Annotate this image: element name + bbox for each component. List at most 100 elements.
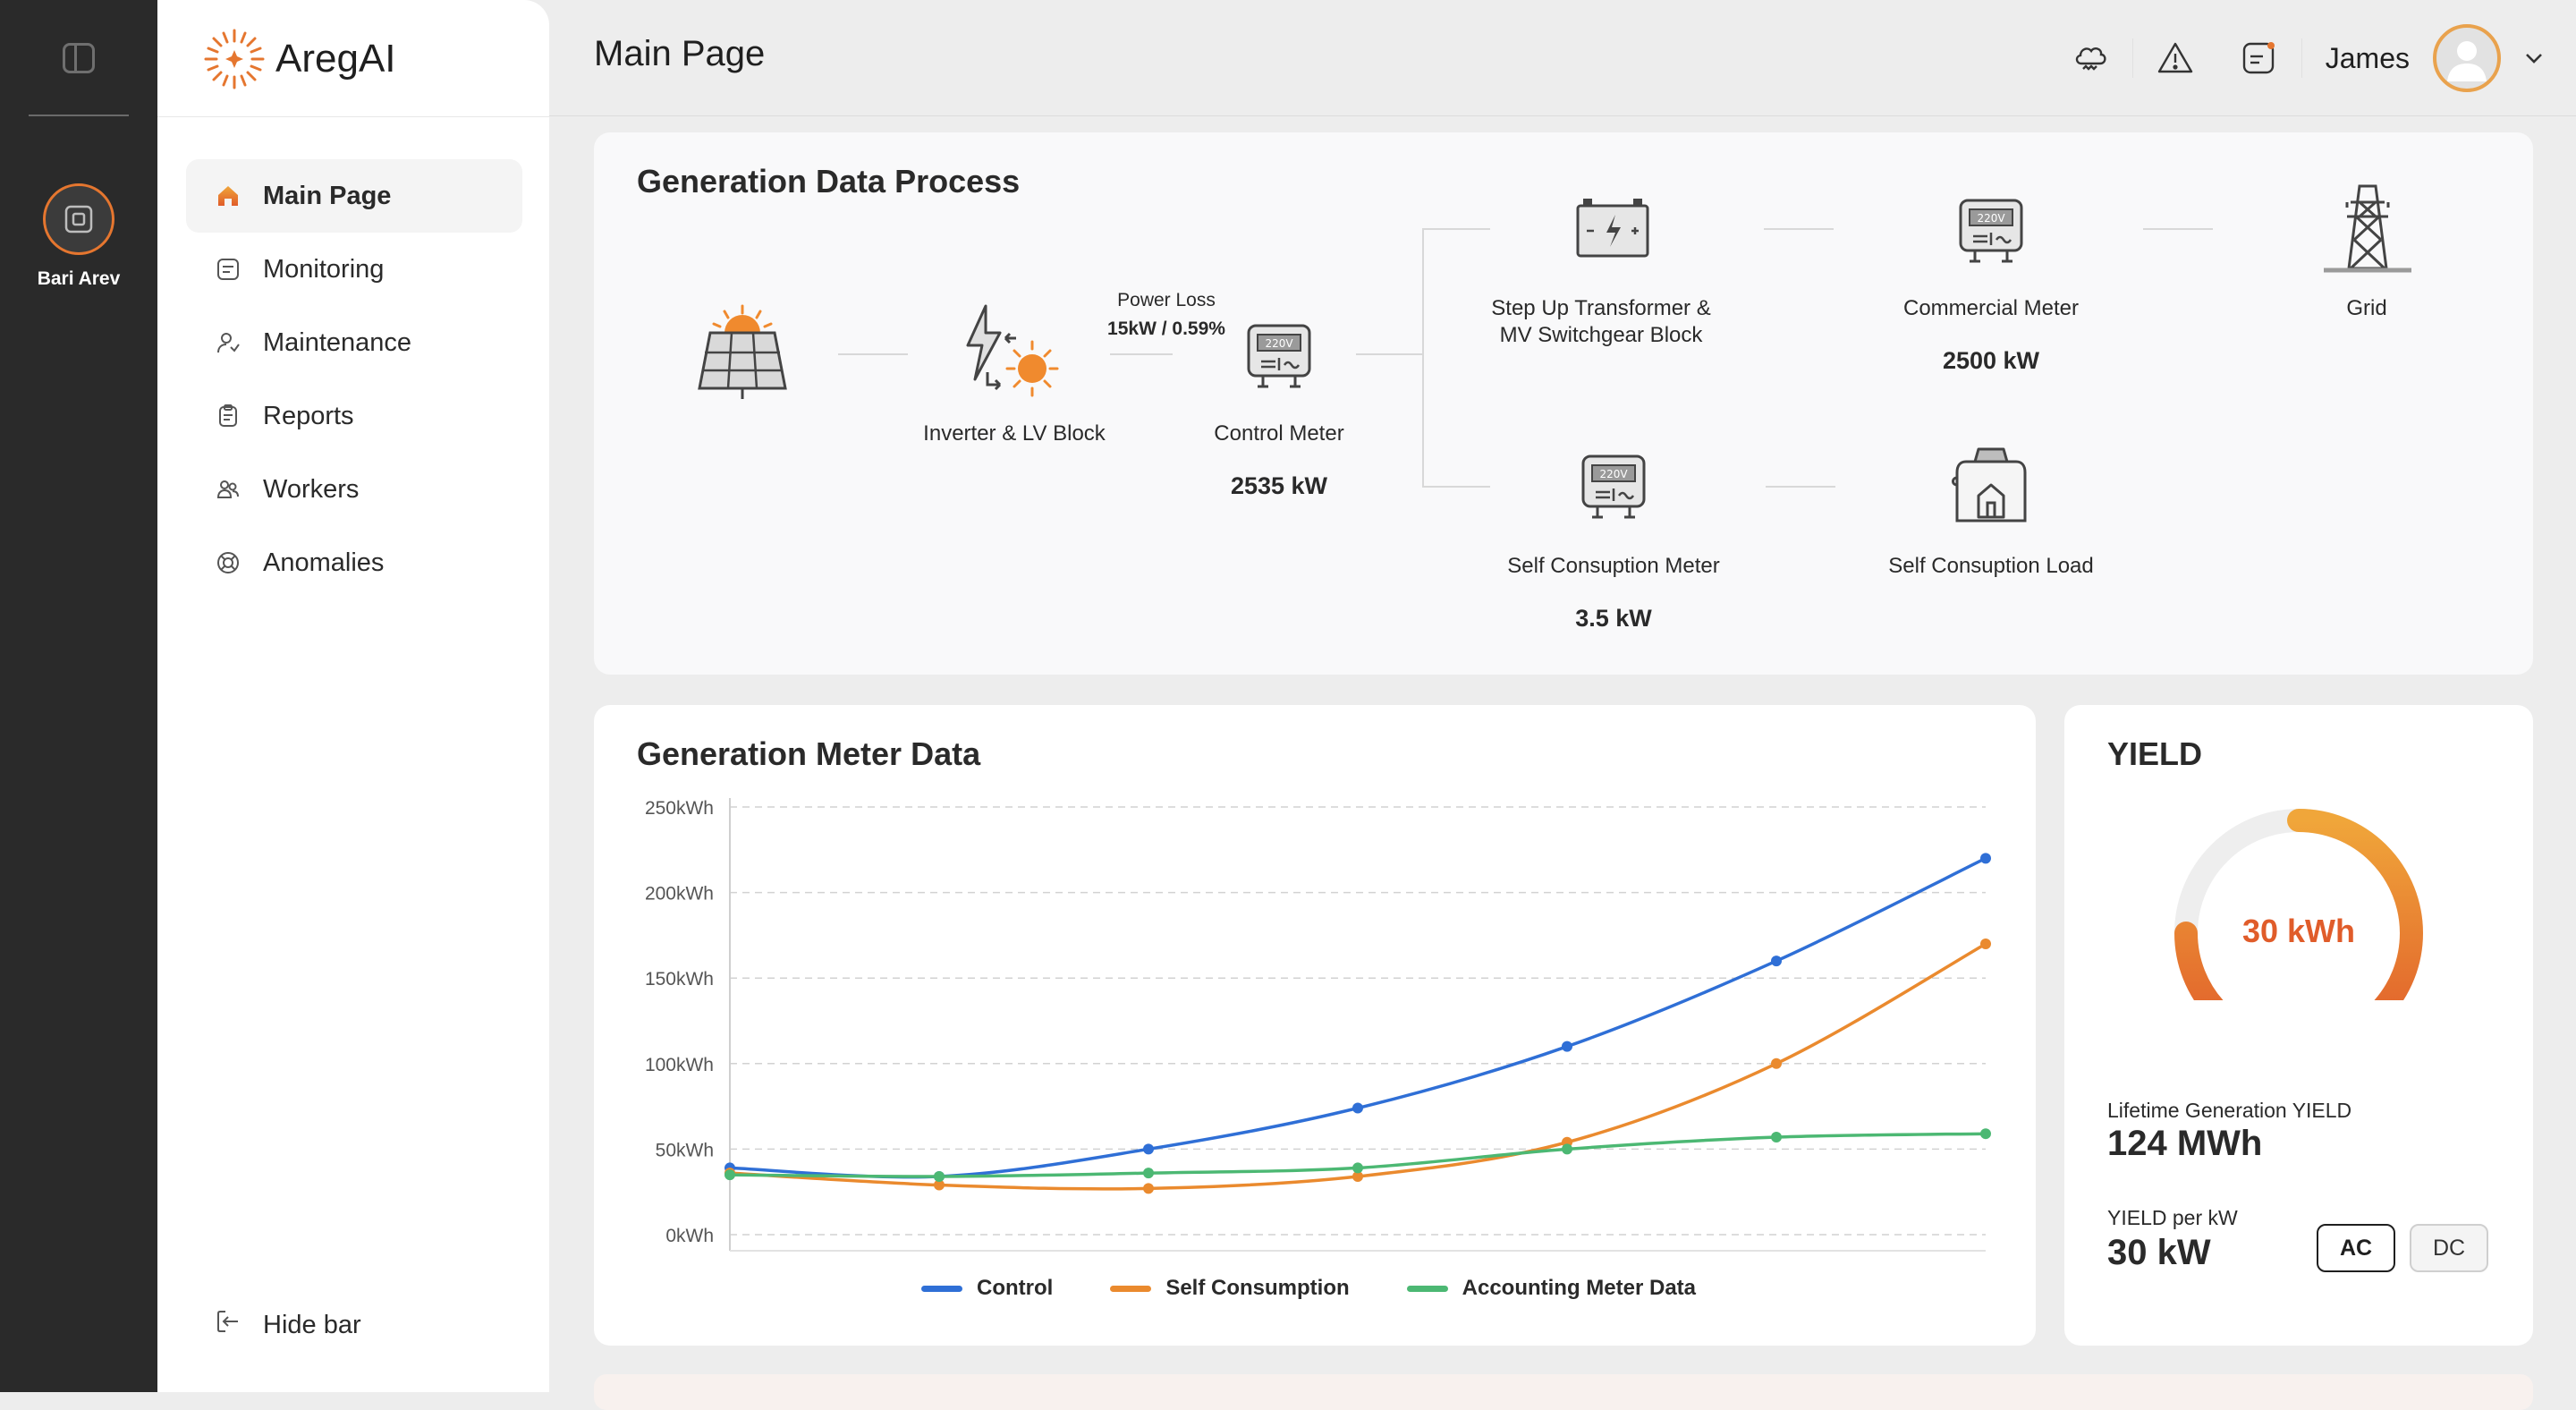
sun-logo-icon [204,29,265,89]
yield-gauge [2174,809,2423,1000]
data-point[interactable] [934,1170,945,1182]
connector-branch [1422,228,1424,488]
legend-label: Accounting Meter Data [1462,1276,1697,1300]
ac-toggle-button[interactable]: AC [2317,1224,2395,1272]
yield-per-kw-value: 30 kW [2107,1233,2211,1272]
next-section-card [594,1374,2533,1410]
sidebar-item-label: Anomalies [263,548,385,577]
series-line-self-consumption[interactable] [729,942,1987,1191]
control-meter-icon: 220V [1247,324,1311,388]
hide-bar-button[interactable]: Hide bar [215,1308,361,1342]
legend-label: Self Consumption [1165,1276,1350,1300]
data-point[interactable] [1143,1183,1154,1194]
legend-label: Control [977,1276,1054,1300]
self-meter-value: 3.5 kW [1575,605,1652,632]
sidebar-item-main-page[interactable]: Main Page [186,159,522,233]
self-load-label: Self Consuption Load [1888,554,2094,578]
sidebar-item-workers[interactable]: Workers [186,453,522,526]
workspace-rail: Bari Arev [0,0,157,1392]
rail-divider [29,115,129,116]
legend-item[interactable]: Self Consumption [1110,1276,1350,1301]
weather-icon[interactable] [2068,36,2113,81]
transformer-label-line1: Step Up Transformer & [1491,296,1711,320]
top-header: Main Page James [549,0,2576,116]
sidebar-item-anomalies[interactable]: Anomalies [186,526,522,599]
legend-swatch [1406,1285,1448,1292]
solar-panel-icon [698,304,787,399]
data-point[interactable] [1143,1143,1154,1155]
grid-label: Grid [2346,296,2387,320]
user-avatar[interactable] [2433,24,2501,92]
warning-icon[interactable] [2153,36,2198,81]
workspace-avatar[interactable] [43,183,114,255]
power-loss-value: 15kW / 0.59% [1107,319,1225,339]
data-point[interactable] [1771,1132,1782,1143]
connector-line [1422,228,1490,230]
hide-bar-label: Hide bar [263,1310,361,1339]
sidebar-item-label: Monitoring [263,254,385,284]
legend-swatch [921,1285,962,1292]
generation-line-chart[interactable]: 250kWh 200kWh 150kWh 100kWh 50kWh 0kWh [594,705,2036,1346]
series-line-control[interactable] [729,856,1987,1179]
chart-legend: Control Self Consumption Accounting Meter … [921,1276,1696,1301]
sidebar-nav: Main Page Monitoring Maintenance Reports… [186,159,522,599]
y-tick-label: 150kWh [645,969,714,990]
control-meter-label: Control Meter [1214,421,1344,446]
workspace-name: Bari Arev [37,268,121,289]
self-consumption-meter-icon: 220V [1581,454,1646,519]
sidebar-item-maintenance[interactable]: Maintenance [186,306,522,379]
data-point[interactable] [1980,853,1991,864]
svg-text:220V: 220V [1977,212,2005,225]
page-title: Main Page [594,34,766,73]
data-point[interactable] [1143,1168,1154,1179]
yield-card: YIELD 30 kWh Lifetime Generation YIELD 1… [2064,705,2533,1346]
dc-toggle-button[interactable]: DC [2410,1224,2488,1272]
inverter-icon [966,304,1059,397]
header-actions: James [2048,0,2576,116]
chevron-down-icon[interactable] [2512,36,2556,81]
legend-item[interactable]: Accounting Meter Data [1406,1276,1697,1301]
inverter-label: Inverter & LV Block [923,421,1106,446]
connector-line [1110,353,1173,355]
data-point[interactable] [724,1169,735,1181]
control-meter-value: 2535 kW [1230,472,1328,499]
data-point[interactable] [1562,1041,1572,1052]
workspace-icon [64,205,93,234]
data-point[interactable] [1562,1143,1572,1155]
maintenance-icon [215,329,242,356]
connector-line [838,353,908,355]
notes-icon[interactable] [2237,36,2282,81]
transformer-label: Step Up Transformer & MV Switchgear Bloc… [1467,295,1735,349]
connector-line [1356,353,1424,355]
brand-name: AregAI [275,37,396,81]
user-name[interactable]: James [2326,42,2410,75]
power-loss-block: Power Loss 15kW / 0.59% [1068,286,1265,344]
legend-item[interactable]: Control [921,1276,1053,1301]
data-point[interactable] [1771,1058,1782,1069]
brand-logo[interactable]: AregAI [202,27,396,91]
generation-meter-card: Generation Meter Data 250kWh 200kWh 150kWh… [594,705,2036,1346]
transformer-icon [1576,199,1649,258]
panel-toggle-icon[interactable] [63,43,95,73]
sidebar-item-label: Maintenance [263,327,412,357]
connector-line [1764,228,1834,230]
connector-line [1422,486,1490,488]
connector-line [1766,486,1835,488]
anomalies-icon [215,549,242,576]
header-separator [2301,38,2302,78]
data-point[interactable] [1980,938,1991,949]
data-point[interactable] [1352,1102,1363,1114]
data-point[interactable] [1771,956,1782,967]
self-consumption-load-icon [1952,447,2027,522]
reports-icon [215,403,242,429]
sidebar-item-monitoring[interactable]: Monitoring [186,233,522,306]
data-point[interactable] [1352,1162,1363,1174]
svg-text:220V: 220V [1599,468,1628,480]
sidebar-item-label: Main Page [263,181,392,210]
y-tick-label: 50kWh [656,1140,714,1160]
home-icon [215,183,242,209]
data-point[interactable] [1980,1128,1991,1140]
sidebar-item-reports[interactable]: Reports [186,379,522,453]
lifetime-yield-label: Lifetime Generation YIELD [2107,1099,2352,1122]
yield-center-value: 30 kWh [2241,913,2356,949]
